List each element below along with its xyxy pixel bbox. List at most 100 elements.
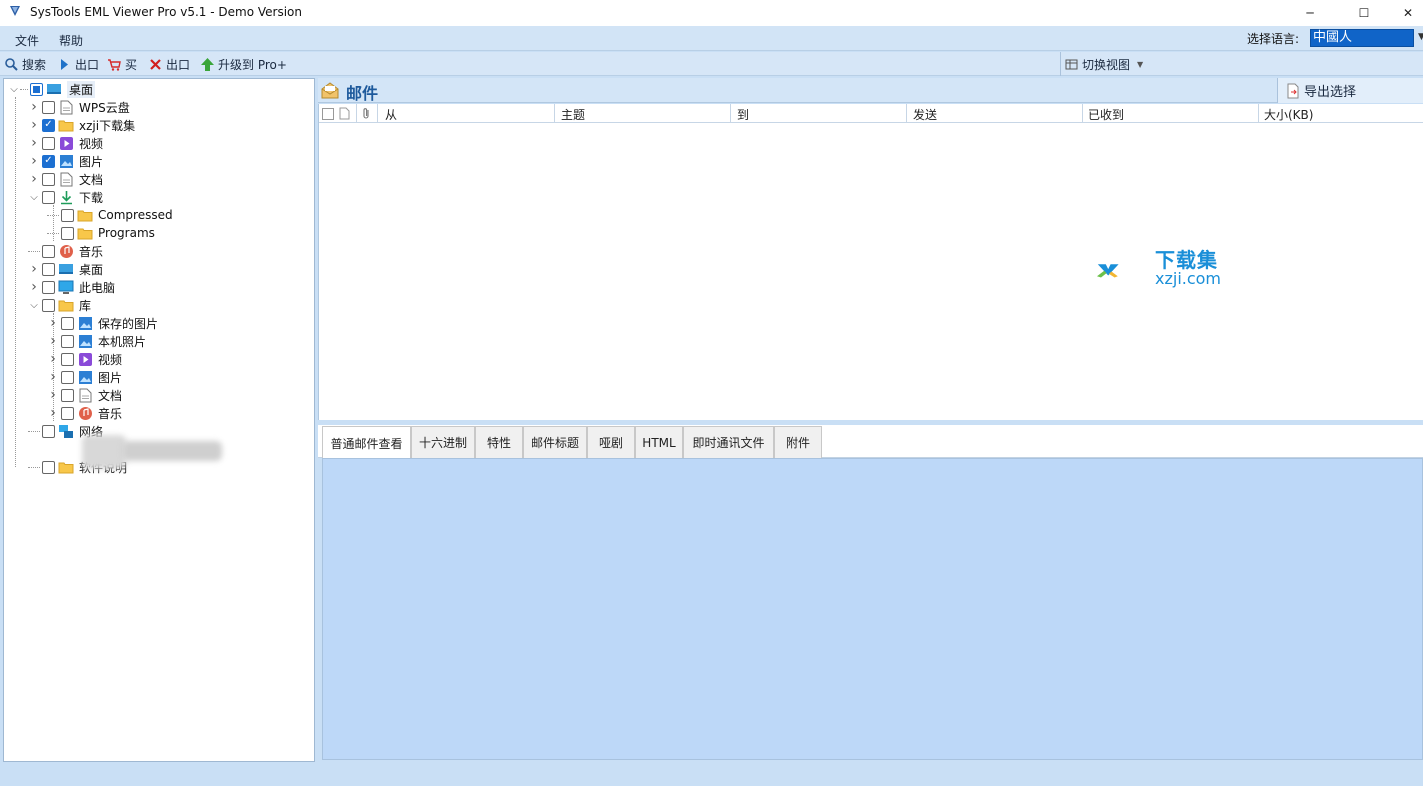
tree-checkbox[interactable] <box>42 298 55 312</box>
tree-checkbox[interactable] <box>30 82 43 96</box>
tree-item[interactable]: › WPS云盘 <box>28 98 130 116</box>
tree-item-root[interactable]: ⌵ 桌面 <box>8 80 96 98</box>
tree-checkbox[interactable] <box>61 406 74 420</box>
column-from[interactable]: 从 <box>385 106 397 123</box>
column-subject[interactable]: 主题 <box>561 106 585 123</box>
tree-item[interactable]: › 桌面 <box>28 260 103 278</box>
tree-checkbox[interactable] <box>42 262 55 276</box>
tree-item[interactable]: › 图片 <box>47 368 122 386</box>
switch-view-button[interactable]: 切换视图 ▼ <box>1060 52 1190 76</box>
column-size[interactable]: 大小(KB) <box>1264 106 1313 123</box>
tab-mail-headers[interactable]: 邮件标题 <box>523 426 587 458</box>
tree-item[interactable]: › 保存的图片 <box>47 314 158 332</box>
tree-item[interactable]: Programs <box>47 224 155 242</box>
tree-checkbox[interactable] <box>42 190 55 204</box>
tree-item[interactable]: › 本机照片 <box>47 332 146 350</box>
close-button[interactable]: ✕ <box>1385 0 1423 26</box>
chevron-right-icon[interactable]: › <box>47 351 59 367</box>
tree-item[interactable]: ⌵ 库 <box>28 296 91 314</box>
tree-item[interactable]: Compressed <box>47 206 173 224</box>
exit-button[interactable]: 出口 <box>148 55 190 73</box>
chevron-down-icon: ▼ <box>1137 59 1144 69</box>
tree-item[interactable]: ⌵ 下载 <box>28 188 103 206</box>
maximize-button[interactable]: ☐ <box>1341 0 1387 26</box>
chevron-right-icon[interactable]: › <box>47 387 59 403</box>
tab-html[interactable]: HTML <box>635 426 683 458</box>
tab-hex[interactable]: 十六进制 <box>411 426 475 458</box>
menu-file[interactable]: 文件 <box>15 32 39 49</box>
tree-item[interactable]: › 视频 <box>47 350 122 368</box>
chevron-down-icon[interactable]: ⌵ <box>28 191 40 203</box>
upgrade-button[interactable]: 升级到 Pro+ <box>200 55 287 73</box>
chevron-down-icon[interactable]: ▼ <box>1418 32 1423 42</box>
music-icon <box>77 405 93 421</box>
tab-im-files[interactable]: 即时通讯文件 <box>683 426 774 458</box>
chevron-right-icon[interactable]: › <box>28 99 40 115</box>
chevron-down-icon[interactable]: ⌵ <box>28 299 40 311</box>
tree-item[interactable]: 音乐 <box>28 242 103 260</box>
tree-checkbox[interactable] <box>61 352 74 366</box>
export-selected-button[interactable]: 导出选择 <box>1277 78 1423 103</box>
tree-checkbox[interactable] <box>42 100 55 114</box>
tree-item[interactable]: › 此电脑 <box>28 278 115 296</box>
chevron-right-icon[interactable]: › <box>28 153 40 169</box>
tab-normal-view[interactable]: 普通邮件查看 <box>322 426 411 459</box>
tree-checkbox[interactable]: ✓ <box>42 154 55 168</box>
tree-spacer <box>47 214 59 216</box>
picture-icon <box>77 333 93 349</box>
tab-attachments[interactable]: 附件 <box>774 426 822 458</box>
tree-checkbox[interactable] <box>61 316 74 330</box>
switch-view-label: 切换视图 <box>1082 57 1131 72</box>
mail-preview-area[interactable] <box>322 458 1423 760</box>
tree-checkbox[interactable] <box>61 208 74 222</box>
tab-mime[interactable]: 哑剧 <box>587 426 635 458</box>
chevron-right-icon[interactable]: › <box>47 333 59 349</box>
blurred-region <box>82 435 126 469</box>
tree-label: Programs <box>98 226 155 240</box>
tree-item[interactable]: › 文档 <box>28 170 103 188</box>
tree-label: WPS云盘 <box>79 100 130 115</box>
chevron-right-icon[interactable]: › <box>47 315 59 331</box>
tree-checkbox[interactable] <box>42 280 55 294</box>
chevron-down-icon[interactable]: ⌵ <box>8 83 20 95</box>
tree-checkbox[interactable] <box>42 136 55 150</box>
tree-checkbox[interactable]: ✓ <box>42 118 55 132</box>
language-select[interactable]: 中國人 <box>1310 29 1414 47</box>
minimize-button[interactable]: ─ <box>1287 0 1333 26</box>
buy-button[interactable]: 买 <box>107 55 137 73</box>
status-bar <box>0 762 1423 786</box>
chevron-right-icon[interactable]: › <box>28 117 40 133</box>
tree-label: 视频 <box>79 136 104 151</box>
tree-checkbox[interactable] <box>42 172 55 186</box>
column-to[interactable]: 到 <box>737 106 749 123</box>
tree-item[interactable]: › ✓ xzji下载集 <box>28 116 135 134</box>
mail-list[interactable]: 从 主题 到 发送 已收到 大小(KB) <box>318 104 1423 420</box>
search-button[interactable]: 搜索 <box>4 55 46 73</box>
folder-tree-panel[interactable]: ⌵ 桌面 › WPS云盘 › ✓ xzji下载集 › 视频 › ✓ 图片 › 文档 ⌵ 下载 Compres… <box>3 78 315 762</box>
column-received[interactable]: 已收到 <box>1088 106 1124 123</box>
tree-checkbox[interactable] <box>61 334 74 348</box>
chevron-right-icon[interactable]: › <box>28 279 40 295</box>
tree-checkbox[interactable] <box>61 370 74 384</box>
chevron-right-icon[interactable]: › <box>47 369 59 385</box>
tab-properties[interactable]: 特性 <box>475 426 523 458</box>
tree-label: 音乐 <box>79 244 104 259</box>
chevron-right-icon[interactable]: › <box>47 405 59 421</box>
chevron-right-icon[interactable]: › <box>28 261 40 277</box>
tree-checkbox[interactable] <box>42 424 55 438</box>
select-all-checkbox[interactable] <box>322 108 334 120</box>
tree-item[interactable]: › 音乐 <box>47 404 122 422</box>
export-button[interactable]: 出口 <box>57 55 99 73</box>
chevron-right-icon[interactable]: › <box>28 171 40 187</box>
tree-checkbox[interactable] <box>42 244 55 258</box>
tree-item[interactable]: › ✓ 图片 <box>28 152 103 170</box>
picture-icon <box>77 369 93 385</box>
menu-help[interactable]: 帮助 <box>59 32 83 49</box>
tree-item[interactable]: › 视频 <box>28 134 103 152</box>
chevron-right-icon[interactable]: › <box>28 135 40 151</box>
tree-item[interactable]: › 文档 <box>47 386 122 404</box>
tree-checkbox[interactable] <box>42 460 55 474</box>
column-sent[interactable]: 发送 <box>913 106 937 123</box>
tree-checkbox[interactable] <box>61 388 74 402</box>
tree-checkbox[interactable] <box>61 226 74 240</box>
